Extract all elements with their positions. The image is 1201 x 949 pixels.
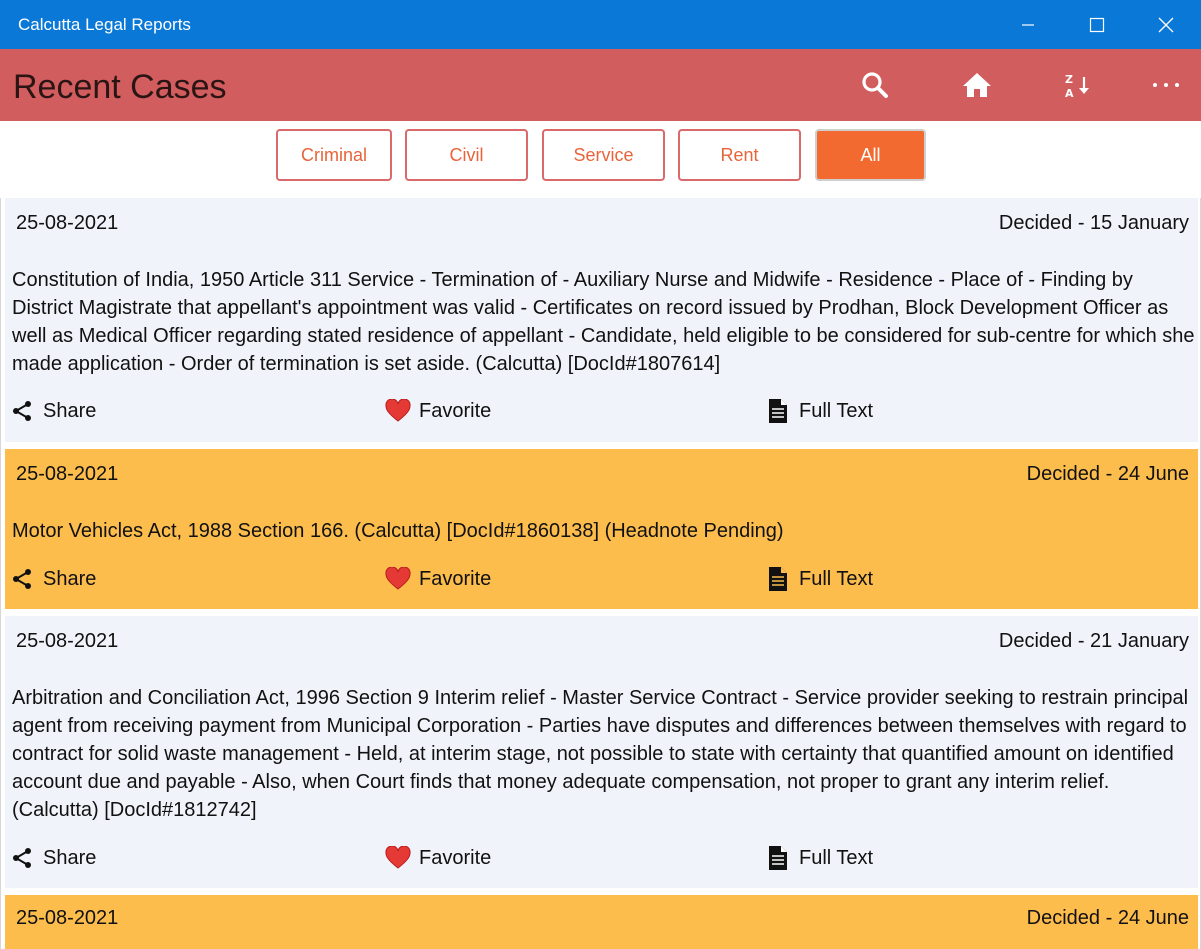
filter-all-button[interactable]: All bbox=[815, 129, 926, 181]
title-bar: Calcutta Legal Reports bbox=[0, 0, 1201, 49]
search-icon bbox=[862, 72, 888, 98]
more-button[interactable] bbox=[1143, 62, 1189, 108]
case-card: 25-08-2021 Decided - 24 June Motor Vehic… bbox=[5, 449, 1198, 609]
share-label: Share bbox=[43, 567, 97, 590]
minimize-button[interactable] bbox=[993, 0, 1062, 49]
case-date: 25-08-2021 bbox=[16, 907, 119, 929]
filter-civil-button[interactable]: Civil bbox=[405, 129, 528, 181]
page-header: Recent Cases Z A bbox=[0, 49, 1201, 121]
case-decided: Decided - 15 January bbox=[998, 212, 1189, 234]
favorite-label: Favorite bbox=[419, 399, 492, 422]
case-card: 25-08-2021 Decided - 24 June bbox=[5, 895, 1198, 949]
maximize-icon bbox=[1089, 17, 1104, 32]
document-icon bbox=[765, 845, 791, 871]
case-decided: Decided - 24 June bbox=[1026, 463, 1189, 485]
favorite-action[interactable]: Favorite bbox=[385, 398, 491, 424]
page-title: Recent Cases bbox=[13, 68, 227, 106]
svg-text:A: A bbox=[1065, 87, 1074, 99]
case-decided: Decided - 24 June bbox=[1026, 907, 1189, 929]
heart-icon bbox=[385, 845, 411, 871]
favorite-action[interactable]: Favorite bbox=[385, 566, 491, 592]
case-date: 25-08-2021 bbox=[16, 630, 119, 652]
case-headnote[interactable]: Constitution of India, 1950 Article 311 … bbox=[12, 266, 1197, 378]
maximize-button[interactable] bbox=[1062, 0, 1131, 49]
document-icon bbox=[765, 398, 791, 424]
favorite-label: Favorite bbox=[419, 846, 492, 869]
share-icon bbox=[9, 566, 35, 592]
full-text-action[interactable]: Full Text bbox=[765, 566, 873, 592]
share-label: Share bbox=[43, 846, 97, 869]
case-decided: Decided - 21 January bbox=[998, 630, 1189, 652]
case-date: 25-08-2021 bbox=[16, 212, 119, 234]
document-icon bbox=[765, 566, 791, 592]
close-icon bbox=[1158, 17, 1173, 32]
home-button[interactable] bbox=[954, 62, 1000, 108]
full-text-label: Full Text bbox=[799, 567, 874, 590]
full-text-action[interactable]: Full Text bbox=[765, 398, 873, 424]
share-action[interactable]: Share bbox=[9, 566, 96, 592]
minimize-icon bbox=[1021, 23, 1034, 26]
heart-icon bbox=[385, 398, 411, 424]
share-icon bbox=[9, 398, 35, 424]
full-text-label: Full Text bbox=[799, 399, 874, 422]
filter-service-button[interactable]: Service bbox=[542, 129, 665, 181]
filter-criminal-button[interactable]: Criminal bbox=[276, 129, 392, 181]
close-button[interactable] bbox=[1131, 0, 1200, 49]
filter-rent-button[interactable]: Rent bbox=[678, 129, 801, 181]
home-icon bbox=[963, 73, 991, 97]
favorite-action[interactable]: Favorite bbox=[385, 845, 491, 871]
share-action[interactable]: Share bbox=[9, 845, 96, 871]
more-icon bbox=[1153, 83, 1179, 87]
case-list[interactable]: 25-08-2021 Decided - 15 January Constitu… bbox=[0, 198, 1201, 949]
share-label: Share bbox=[43, 399, 97, 422]
svg-text:Z: Z bbox=[1065, 73, 1073, 86]
sort-button[interactable]: Z A bbox=[1056, 62, 1102, 108]
case-headnote[interactable]: Motor Vehicles Act, 1988 Section 166. (C… bbox=[12, 517, 1197, 545]
share-action[interactable]: Share bbox=[9, 398, 96, 424]
share-icon bbox=[9, 845, 35, 871]
search-button[interactable] bbox=[852, 62, 898, 108]
case-date: 25-08-2021 bbox=[16, 463, 119, 485]
case-card: 25-08-2021 Decided - 21 January Arbitrat… bbox=[5, 616, 1198, 888]
case-card: 25-08-2021 Decided - 15 January Constitu… bbox=[5, 198, 1198, 442]
case-headnote[interactable]: Arbitration and Conciliation Act, 1996 S… bbox=[12, 684, 1197, 824]
favorite-label: Favorite bbox=[419, 567, 492, 590]
heart-icon bbox=[385, 566, 411, 592]
app-title: Calcutta Legal Reports bbox=[18, 15, 191, 34]
sort-za-icon: Z A bbox=[1065, 73, 1089, 99]
full-text-label: Full Text bbox=[799, 846, 874, 869]
category-filters: Criminal Civil Service Rent All bbox=[0, 121, 1201, 198]
full-text-action[interactable]: Full Text bbox=[765, 845, 873, 871]
